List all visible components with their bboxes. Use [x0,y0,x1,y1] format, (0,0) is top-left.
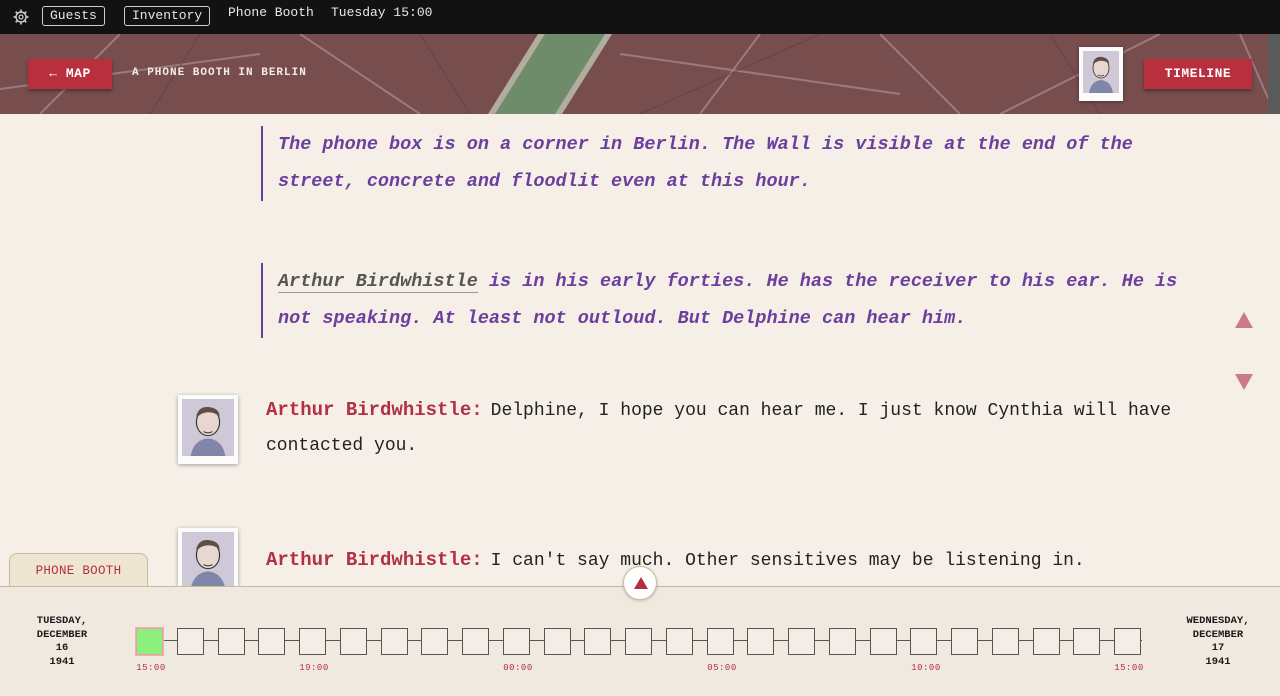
start-date-year: 1941 [49,655,75,668]
timeline-slot-active[interactable] [136,628,163,655]
portrait-icon [182,532,234,586]
tick-label: 05:00 [707,663,737,673]
tab-phone-booth[interactable]: PHONE BOOTH [9,553,148,589]
timeline-slot[interactable] [1073,628,1100,655]
scroll-up-icon[interactable] [1235,312,1253,328]
timeline-slot[interactable] [829,628,856,655]
character-link-arthur[interactable]: Arthur Birdwhistle [278,271,478,293]
portrait-icon [182,399,234,456]
current-location: Phone Booth [228,5,314,20]
timeline-slot[interactable] [1114,628,1141,655]
start-date-month: DECEMBER [36,628,88,641]
narration-text: The phone box is on a corner in Berlin. … [278,134,1133,192]
narration-block: Arthur Birdwhistle is in his early forti… [261,263,1201,338]
timeline-slot[interactable] [299,628,326,655]
end-date-year: 1941 [1205,655,1231,668]
timeline-slot[interactable] [177,628,204,655]
timeline-slot[interactable] [625,628,652,655]
transcript: The phone box is on a corner in Berlin. … [0,114,1280,586]
timeline-slot[interactable] [707,628,734,655]
start-date: TUESDAY, DECEMBER 16 1941 [24,615,100,669]
gear-icon[interactable] [13,9,29,25]
end-date-day: 17 [1211,642,1225,654]
timeline-slot[interactable] [584,628,611,655]
dialogue-text: I can't say much. Other sensitives may b… [490,551,1085,571]
tick-label: 15:00 [1114,663,1144,673]
tick-label: 19:00 [299,663,329,673]
end-date: WEDNESDAY, DECEMBER 17 1941 [1180,615,1256,669]
guests-button[interactable]: Guests [42,6,105,26]
start-date-day: 16 [55,642,69,654]
timeline-bar: TUESDAY, DECEMBER 16 1941 15:00 19:00 00… [0,586,1280,696]
scroll-down-icon[interactable] [1235,374,1253,390]
end-date-month: DECEMBER [1192,628,1244,641]
timeline-slot[interactable] [503,628,530,655]
map-button[interactable]: ← MAP [28,59,112,89]
timeline-slot[interactable] [421,628,448,655]
timeline-slot[interactable] [258,628,285,655]
active-time-label: 15:00 [136,663,166,673]
end-date-weekday: WEDNESDAY, [1186,615,1250,627]
timeline-slot[interactable] [462,628,489,655]
timeline-slot[interactable] [666,628,693,655]
portrait-icon [1083,51,1119,93]
dialogue-line: Arthur Birdwhistle: I can't say much. Oth… [266,543,1206,579]
timeline-slot[interactable] [788,628,815,655]
timeline-slot[interactable] [544,628,571,655]
current-time: Tuesday 15:00 [331,5,433,20]
avatar [178,395,238,464]
dialogue-line: Arthur Birdwhistle: Delphine, I hope you … [266,393,1206,464]
timeline-slot[interactable] [992,628,1019,655]
timeline-button[interactable]: TIMELINE [1144,59,1252,89]
expand-timeline-button[interactable] [623,566,657,600]
top-bar: Guests Inventory Phone Booth Tuesday 15:… [0,0,1280,34]
speaker-name: Arthur Birdwhistle: [266,399,483,421]
timeline-slot[interactable] [747,628,774,655]
tick-label: 10:00 [911,663,941,673]
inventory-button[interactable]: Inventory [124,6,211,26]
timeline-slot[interactable] [910,628,937,655]
narration-block: The phone box is on a corner in Berlin. … [261,126,1201,201]
tick-label: 00:00 [503,663,533,673]
timeline-slot[interactable] [870,628,897,655]
timeline-slot[interactable] [340,628,367,655]
avatar[interactable] [1079,47,1123,101]
speaker-name: Arthur Birdwhistle: [266,549,483,571]
timeline-slot[interactable] [951,628,978,655]
avatar [178,528,238,586]
timeline-slot[interactable] [1033,628,1060,655]
timeline-slot[interactable] [218,628,245,655]
location-banner: ← MAP A PHONE BOOTH IN BERLIN TIMELINE [0,34,1280,114]
location-title: A PHONE BOOTH IN BERLIN [132,67,307,79]
timeline-slot[interactable] [381,628,408,655]
start-date-weekday: TUESDAY, [36,615,88,627]
